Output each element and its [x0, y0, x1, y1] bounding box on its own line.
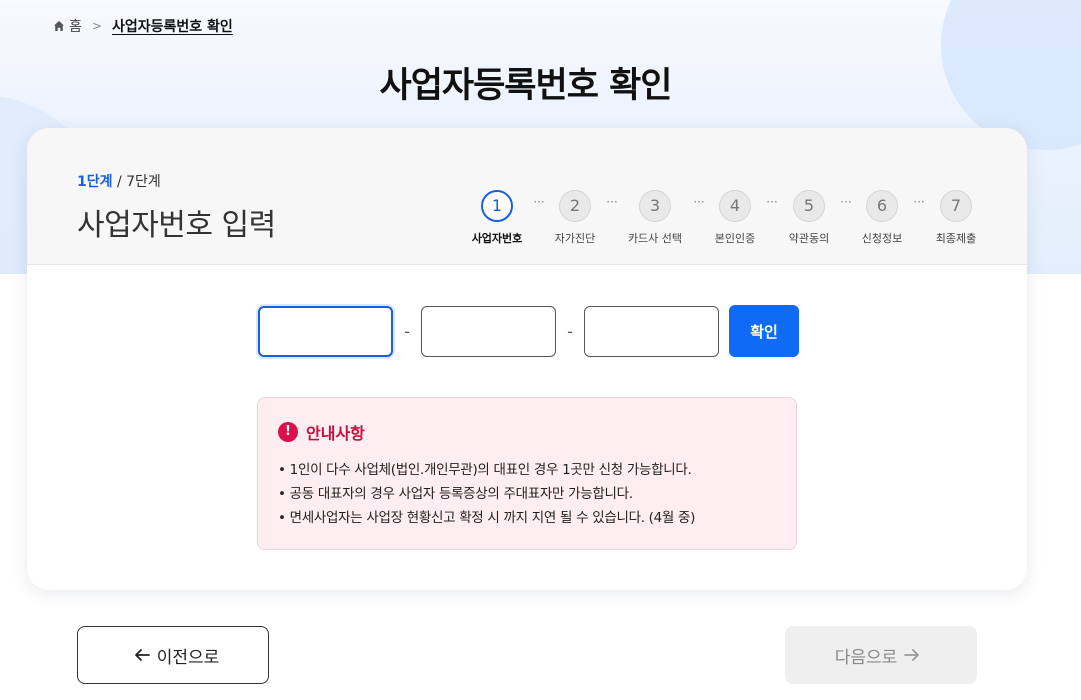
arrow-right-icon	[904, 649, 920, 661]
next-button[interactable]: 다음으로	[785, 626, 977, 684]
business-number-part2-input[interactable]	[421, 305, 556, 357]
card-header: 1단계 / 7단계 사업자번호 입력 1 사업자번호 ··· 2 자가진단 ··…	[27, 128, 1027, 265]
arrow-left-icon	[134, 649, 150, 661]
breadcrumb: 홈 > 사업자등록번호 확인	[53, 15, 233, 37]
business-number-part1-input[interactable]	[258, 305, 393, 357]
notice-item: • 면세사업자는 사업장 현황신고 확정 시 까지 지연 될 수 있습니다. (…	[278, 510, 696, 526]
step-number: 2	[559, 190, 591, 222]
alert-icon: !	[278, 422, 298, 442]
step-label: 최종제출	[935, 232, 977, 245]
form-card: 1단계 / 7단계 사업자번호 입력 1 사업자번호 ··· 2 자가진단 ··…	[27, 128, 1027, 590]
step-3: 3 카드사 선택	[615, 190, 695, 246]
step-number: 1	[481, 190, 513, 222]
step-label: 사업자번호	[471, 232, 523, 245]
page-title: 사업자등록번호 확인	[379, 66, 673, 106]
step-label: 신청정보	[861, 232, 903, 245]
breadcrumb-home[interactable]: 홈	[69, 16, 82, 36]
step-label: 본인인증	[714, 232, 756, 245]
notice-title: 안내사항	[306, 424, 365, 443]
step-7: 7 최종제출	[916, 190, 996, 246]
stepper: 1 사업자번호 ··· 2 자가진단 ··· 3 카드사 선택 ··· 4 본인…	[27, 128, 1027, 265]
hyphen-separator: -	[404, 321, 410, 341]
hyphen-separator: -	[567, 321, 573, 341]
confirm-button[interactable]: 확인	[729, 305, 799, 357]
business-number-part3-input[interactable]	[584, 305, 719, 357]
step-number: 5	[793, 190, 825, 222]
step-number: 7	[940, 190, 972, 222]
chevron-right-icon: >	[91, 19, 102, 33]
step-label: 카드사 선택	[627, 232, 683, 245]
notice-header: ! 안내사항	[278, 420, 776, 444]
step-number: 6	[866, 190, 898, 222]
notice-box: ! 안내사항 • 1인이 다수 사업체(법인.개인무관)의 대표인 경우 1곳만…	[257, 397, 797, 550]
prev-button[interactable]: 이전으로	[77, 626, 269, 684]
step-1: 1 사업자번호	[457, 190, 537, 246]
next-button-label: 다음으로	[834, 647, 898, 668]
notice-item: • 1인이 다수 사업체(법인.개인무관)의 대표인 경우 1곳만 신청 가능합…	[278, 462, 692, 478]
step-number: 3	[639, 190, 671, 222]
home-icon[interactable]	[53, 20, 65, 32]
step-label: 약관동의	[788, 232, 830, 245]
prev-button-label: 이전으로	[156, 647, 220, 668]
step-label: 자가진단	[554, 232, 596, 245]
step-number: 4	[719, 190, 751, 222]
breadcrumb-current[interactable]: 사업자등록번호 확인	[112, 16, 233, 36]
business-number-row: - - 확인	[258, 305, 799, 357]
notice-item: • 공동 대표자의 경우 사업자 등록증상의 주대표자만 가능합니다.	[278, 486, 633, 502]
